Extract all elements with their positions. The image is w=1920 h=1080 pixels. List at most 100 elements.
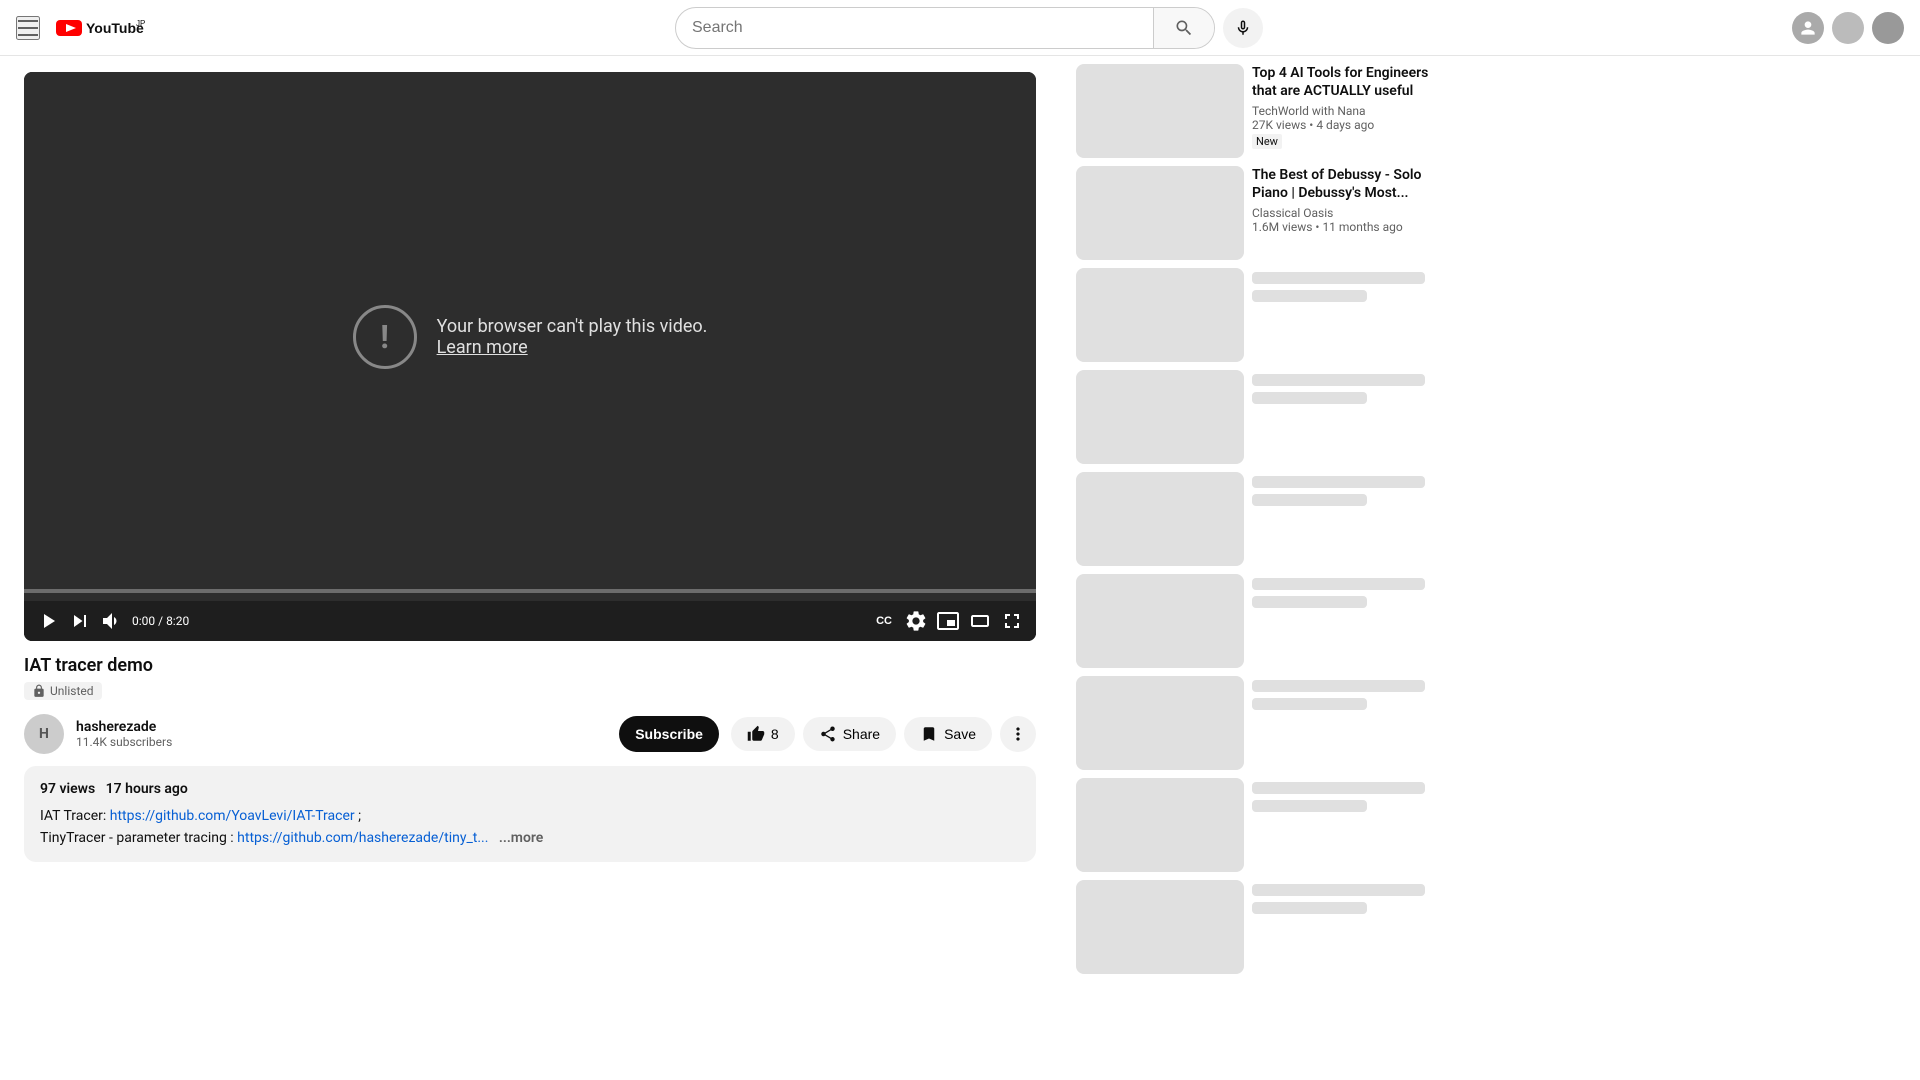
skeleton-lines-2 (1252, 370, 1444, 464)
avatar-2[interactable] (1832, 12, 1864, 44)
skeleton-line (1252, 494, 1367, 506)
skeleton-item-1 (1076, 268, 1444, 362)
mic-icon (1234, 19, 1252, 37)
sidebar-title-2: The Best of Debussy - Solo Piano | Debus… (1252, 166, 1444, 202)
volume-icon (100, 609, 124, 633)
skeleton-line (1252, 374, 1425, 386)
subscribe-button[interactable]: Subscribe (619, 716, 719, 752)
theater-icon (968, 609, 992, 633)
mini-player-icon (936, 609, 960, 633)
save-button[interactable]: Save (904, 717, 992, 751)
time-display: 0:00 / 8:20 (132, 614, 189, 628)
mic-button[interactable] (1223, 8, 1263, 48)
youtube-logo-svg: YouTube JP (56, 18, 146, 38)
sidebar-thumb-1 (1076, 64, 1244, 158)
play-button[interactable] (36, 609, 60, 633)
actions-row: 8 Share Save (731, 716, 1036, 752)
iat-link[interactable]: https://github.com/YoavLevi/IAT-Tracer (110, 808, 355, 824)
skip-next-button[interactable] (68, 609, 92, 633)
skeleton-line (1252, 392, 1367, 404)
channel-subscribers: 11.4K subscribers (76, 735, 607, 749)
channel-name[interactable]: hasherezade (76, 719, 607, 735)
skeleton-line (1252, 782, 1425, 794)
skeleton-line (1252, 902, 1367, 914)
skeleton-item-6 (1076, 778, 1444, 872)
sidebar-thumb-2 (1076, 166, 1244, 260)
header: YouTube JP (0, 0, 1920, 56)
sidebar-meta-2: 1.6M views • 11 months ago (1252, 220, 1444, 234)
upload-time: 17 hours ago (106, 781, 188, 797)
search-icon (1174, 18, 1194, 38)
subtitles-button[interactable]: CC (872, 609, 896, 633)
skeleton-item-3 (1076, 472, 1444, 566)
share-label: Share (843, 726, 880, 742)
skeleton-line (1252, 596, 1367, 608)
sidebar-video-item-2[interactable]: The Best of Debussy - Solo Piano | Debus… (1076, 166, 1444, 260)
fullscreen-button[interactable] (1000, 609, 1024, 633)
description-stats: 97 views 17 hours ago (40, 778, 1020, 800)
sidebar-video-item-1[interactable]: Top 4 AI Tools for Engineers that are AC… (1076, 64, 1444, 158)
sidebar-channel-1: TechWorld with Nana (1252, 104, 1444, 118)
sidebar-info-2: The Best of Debussy - Solo Piano | Debus… (1252, 166, 1444, 260)
youtube-logo[interactable]: YouTube JP (56, 18, 146, 38)
share-button[interactable]: Share (803, 717, 896, 751)
skeleton-item-4 (1076, 574, 1444, 668)
progress-bar-container[interactable] (24, 589, 1036, 593)
description-text: IAT Tracer: https://github.com/YoavLevi/… (40, 805, 1020, 827)
avatar-3[interactable] (1872, 12, 1904, 44)
more-icon (1008, 724, 1028, 744)
channel-info: hasherezade 11.4K subscribers (76, 719, 607, 749)
skeleton-line (1252, 476, 1425, 488)
menu-button[interactable] (16, 16, 40, 40)
share-icon (819, 725, 837, 743)
volume-button[interactable] (100, 609, 124, 633)
fullscreen-icon (1000, 609, 1024, 633)
channel-avatar[interactable]: H (24, 714, 64, 754)
skeleton-line (1252, 272, 1425, 284)
like-button[interactable]: 8 (731, 717, 795, 751)
skeleton-thumb-4 (1076, 574, 1244, 668)
video-section: ! Your browser can't play this video. Le… (0, 56, 1060, 990)
channel-row: H hasherezade 11.4K subscribers Subscrib… (24, 714, 1036, 754)
video-controls: 0:00 / 8:20 CC (24, 601, 1036, 641)
skeleton-line (1252, 800, 1367, 812)
tinytracer-line: TinyTracer - parameter tracing : https:/… (40, 827, 1020, 849)
tinytracer-link[interactable]: https://github.com/hasherezade/tiny_t... (237, 830, 488, 846)
skeleton-thumb-6 (1076, 778, 1244, 872)
video-content-area: ! Your browser can't play this video. Le… (24, 72, 1036, 601)
more-link[interactable]: ...more (499, 830, 543, 846)
mini-player-button[interactable] (936, 609, 960, 633)
skeleton-lines-7 (1252, 880, 1444, 974)
header-left: YouTube JP (16, 16, 146, 40)
avatar-button[interactable] (1792, 12, 1824, 44)
skeleton-line (1252, 698, 1367, 710)
search-button[interactable] (1153, 8, 1214, 48)
skeleton-thumb-1 (1076, 268, 1244, 362)
skeleton-lines-6 (1252, 778, 1444, 872)
error-message: Your browser can't play this video. (437, 316, 708, 337)
sidebar: Top 4 AI Tools for Engineers that are AC… (1060, 56, 1460, 990)
search-input[interactable] (676, 11, 1153, 45)
iat-label: IAT Tracer: (40, 808, 110, 824)
skeleton-item-7 (1076, 880, 1444, 974)
skeleton-line (1252, 290, 1367, 302)
video-title: IAT tracer demo (24, 653, 1036, 678)
like-icon (747, 725, 765, 743)
account-icon (1798, 18, 1818, 38)
more-options-button[interactable] (1000, 716, 1036, 752)
svg-text:JP: JP (136, 19, 145, 28)
skeleton-line (1252, 578, 1425, 590)
description-box[interactable]: 97 views 17 hours ago IAT Tracer: https:… (24, 766, 1036, 861)
video-player: ! Your browser can't play this video. Le… (24, 72, 1036, 641)
like-count: 8 (771, 726, 779, 742)
tinytracer-label: TinyTracer - parameter tracing : (40, 830, 237, 846)
theater-button[interactable] (968, 609, 992, 633)
learn-more-link[interactable]: Learn more (437, 337, 528, 358)
skeleton-thumb-5 (1076, 676, 1244, 770)
save-icon (920, 725, 938, 743)
settings-button[interactable] (904, 609, 928, 633)
skeleton-lines-3 (1252, 472, 1444, 566)
skeleton-lines-1 (1252, 268, 1444, 362)
sidebar-title-1: Top 4 AI Tools for Engineers that are AC… (1252, 64, 1444, 100)
view-count: 97 views (40, 781, 95, 797)
